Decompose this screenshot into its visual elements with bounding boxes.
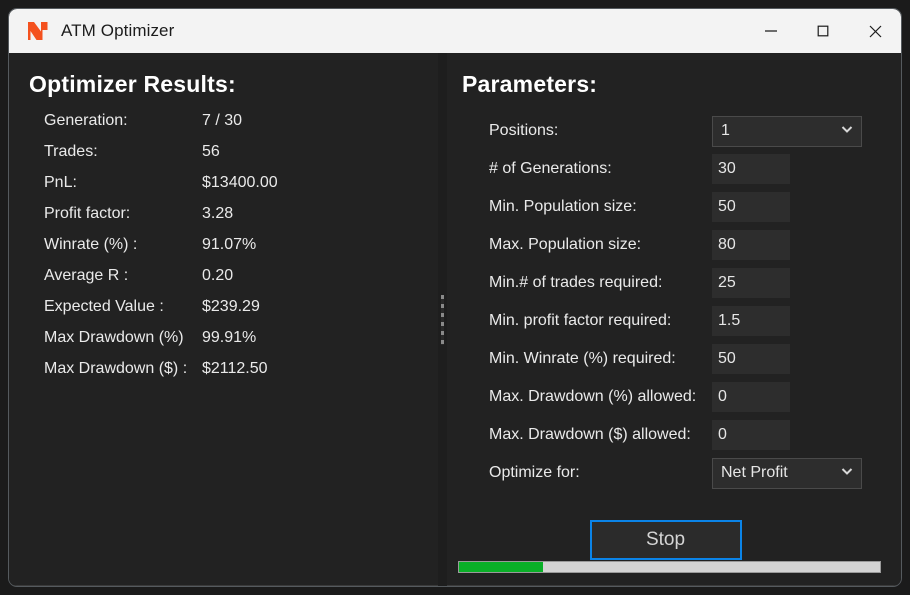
parameter-text-input[interactable] [712,306,790,336]
panel-splitter[interactable] [438,53,447,586]
parameters-list: Positions: 1 # of Generations: Min. Populat… [464,112,901,492]
result-label: Generation: [44,112,128,129]
result-value: 56 [202,143,220,160]
parameter-row: Max. Population size: [464,226,901,264]
result-row: PnL: $13400.00 [44,174,438,205]
parameter-label: Max. Drawdown (%) allowed: [489,388,697,405]
minimize-icon [764,24,778,38]
result-row: Average R : 0.20 [44,267,438,298]
result-label: Profit factor: [44,205,131,222]
parameter-row: Min. profit factor required: [464,302,901,340]
combobox-selected-value: Net Profit [721,464,788,481]
parameter-label: Min. Winrate (%) required: [489,350,676,367]
result-value: 99.91% [202,329,257,346]
ninjatrader-nt-logo-icon [25,18,51,44]
parameter-text-input[interactable] [712,344,790,374]
parameters-title: Parameters: [462,71,598,97]
chevron-down-icon [839,463,855,484]
result-value: 0.20 [202,267,234,284]
parameter-text-input[interactable] [712,382,790,412]
parameter-text-input[interactable] [712,154,790,184]
parameter-combobox[interactable]: Net Profit [712,457,862,489]
result-value: $13400.00 [202,174,278,191]
parameter-label: Min.# of trades required: [489,274,663,291]
parameter-label: Positions: [489,122,559,139]
result-label: Average R : [44,267,129,284]
parameter-label: Max. Drawdown ($) allowed: [489,426,691,443]
parameter-row: Max. Drawdown ($) allowed: [464,416,901,454]
result-row: Max Drawdown ($) : $2112.50 [44,360,438,391]
result-label: Trades: [44,143,98,160]
result-value: $239.29 [202,298,260,315]
result-label: PnL: [44,174,77,191]
atm-optimizer-window: ATM Optimizer Optimizer Results: Generat… [8,8,902,587]
parameter-row: Min. Winrate (%) required: [464,340,901,378]
combobox-selected-value: 1 [721,122,730,139]
result-label: Expected Value : [44,298,164,315]
parameter-row: Min. Population size: [464,188,901,226]
parameter-row: # of Generations: [464,150,901,188]
optimizer-results-list: Generation: 7 / 30 Trades: 56 PnL: $13400.00 P… [44,112,438,391]
stop-button[interactable]: Stop [589,520,742,560]
close-icon [868,24,883,39]
result-value: 3.28 [202,205,234,222]
optimizer-results-title: Optimizer Results: [29,71,236,97]
parameter-text-input[interactable] [712,230,790,260]
result-value: 7 / 30 [202,112,243,129]
parameter-label: # of Generations: [489,160,612,177]
parameter-row: Positions: 1 [464,112,901,150]
splitter-grip-icon [441,294,444,345]
maximize-icon [816,24,830,38]
parameter-text-input[interactable] [712,268,790,298]
window-title: ATM Optimizer [61,21,175,40]
result-value: $2112.50 [202,360,268,377]
parameter-text-input[interactable] [712,192,790,222]
result-label: Max Drawdown ($) : [44,360,188,377]
result-row: Profit factor: 3.28 [44,205,438,236]
result-row: Generation: 7 / 30 [44,112,438,143]
result-value: 91.07% [202,236,257,253]
optimizer-results-panel: Optimizer Results: Generation: 7 / 30 Trad… [9,53,439,586]
result-label: Max Drawdown (%) [44,329,184,346]
parameter-label: Min. Population size: [489,198,637,215]
parameters-panel: Parameters: Positions: 1 # of Generations:… [439,53,901,586]
parameter-row: Optimize for: Net Profit [464,454,901,492]
maximize-button[interactable] [797,9,849,53]
optimization-progress-bar [458,561,881,573]
progress-bar-fill [459,562,544,572]
parameter-text-input[interactable] [712,420,790,450]
result-row: Expected Value : $239.29 [44,298,438,329]
title-bar: ATM Optimizer [9,9,901,53]
minimize-button[interactable] [745,9,797,53]
parameter-label: Min. profit factor required: [489,312,672,329]
parameter-row: Max. Drawdown (%) allowed: [464,378,901,416]
window-body: Optimizer Results: Generation: 7 / 30 Trad… [9,53,901,586]
chevron-down-icon [839,121,855,142]
result-row: Max Drawdown (%) 99.91% [44,329,438,360]
result-row: Trades: 56 [44,143,438,174]
parameter-label: Max. Population size: [489,236,642,253]
stop-button-container: Stop [440,520,901,560]
result-row: Winrate (%) : 91.07% [44,236,438,267]
result-label: Winrate (%) : [44,236,138,253]
close-button[interactable] [849,9,901,53]
parameter-combobox[interactable]: 1 [712,115,862,147]
window-controls [745,9,901,53]
parameter-row: Min.# of trades required: [464,264,901,302]
parameter-label: Optimize for: [489,464,580,481]
